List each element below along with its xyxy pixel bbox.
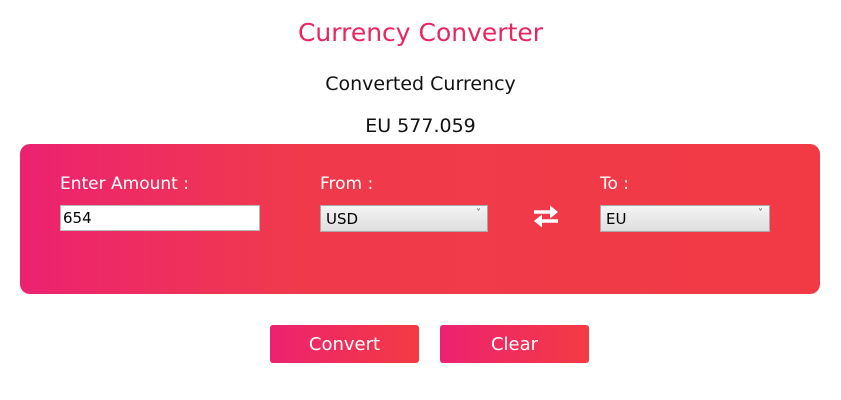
amount-label: Enter Amount : xyxy=(60,174,189,194)
from-currency-value: USD xyxy=(326,210,359,228)
chevron-down-icon: ˅ xyxy=(758,208,763,219)
app-title: Currency Converter xyxy=(297,18,544,47)
convert-button[interactable]: Convert xyxy=(270,325,419,363)
converter-panel: Enter Amount : From : USD ˅ To : EU ˅ xyxy=(20,144,820,294)
from-label: From : xyxy=(320,174,374,194)
currency-converter-app: Currency Converter Converted Currency EU… xyxy=(0,0,841,400)
to-currency-select[interactable]: EU ˅ xyxy=(600,205,770,232)
clear-button[interactable]: Clear xyxy=(440,325,589,363)
to-label: To : xyxy=(600,174,630,194)
amount-input[interactable] xyxy=(60,205,260,231)
converted-currency-value: EU 577.059 xyxy=(365,115,476,137)
to-currency-value: EU xyxy=(606,210,627,228)
converted-currency-label: Converted Currency xyxy=(325,73,516,95)
swap-arrows-icon[interactable] xyxy=(530,202,562,230)
chevron-down-icon: ˅ xyxy=(476,208,481,219)
from-currency-select[interactable]: USD ˅ xyxy=(320,205,488,232)
